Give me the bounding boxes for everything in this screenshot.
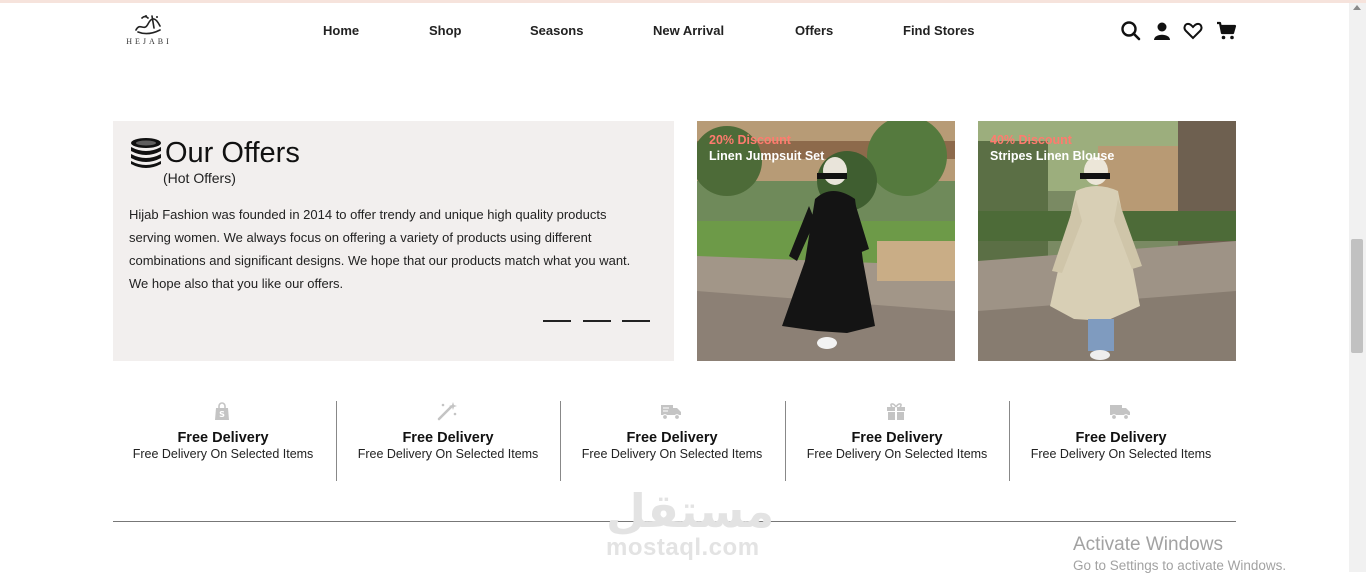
- scroll-up-arrow-icon[interactable]: [1353, 5, 1361, 10]
- activate-windows-subtitle: Go to Settings to activate Windows.: [1073, 558, 1287, 573]
- magic-wand-icon: [436, 401, 458, 421]
- feature-title: Free Delivery: [626, 430, 718, 446]
- feature-title: Free Delivery: [1075, 430, 1167, 446]
- feature-item: S Free Delivery Free Delivery On Selecte…: [111, 401, 335, 481]
- nav-shop[interactable]: Shop: [429, 23, 462, 38]
- product-name: Linen Jumpsuit Set: [709, 149, 825, 163]
- feature-title: Free Delivery: [177, 430, 269, 446]
- coins-icon: [129, 137, 163, 169]
- nav-offers[interactable]: Offers: [795, 23, 833, 38]
- product-discount: 40% Discount: [990, 133, 1072, 147]
- feature-item: Free Delivery Free Delivery On Selected …: [1009, 401, 1233, 481]
- scroll-thumb[interactable]: [1351, 239, 1363, 353]
- top-accent-line: [0, 0, 1366, 3]
- nav-new-arrival[interactable]: New Arrival: [653, 23, 724, 38]
- offers-panel: Our Offers (Hot Offers) Hijab Fashion wa…: [113, 121, 674, 361]
- slider-dot-1[interactable]: [543, 320, 571, 322]
- offers-title: Our Offers: [165, 137, 300, 169]
- feature-subtitle: Free Delivery On Selected Items: [357, 447, 539, 461]
- feature-item: Free Delivery Free Delivery On Selected …: [560, 401, 784, 481]
- activate-windows-title: Activate Windows: [1073, 534, 1223, 555]
- heart-icon[interactable]: [1182, 20, 1204, 42]
- product-name: Stripes Linen Blouse: [990, 149, 1115, 163]
- product-card[interactable]: 40% Discount Stripes Linen Blouse: [978, 121, 1236, 361]
- feature-subtitle: Free Delivery On Selected Items: [581, 447, 763, 461]
- feature-subtitle: Free Delivery On Selected Items: [1030, 447, 1212, 461]
- offers-subtitle: (Hot Offers): [163, 170, 236, 186]
- product-discount: 20% Discount: [709, 133, 791, 147]
- slider-dot-3[interactable]: [622, 320, 650, 322]
- slider-dot-2[interactable]: [583, 320, 611, 322]
- feature-title: Free Delivery: [402, 430, 494, 446]
- shopping-bag-icon: S: [211, 401, 233, 421]
- watermark-arabic: مستقل: [606, 484, 775, 538]
- feature-subtitle: Free Delivery On Selected Items: [806, 447, 988, 461]
- feature-subtitle: Free Delivery On Selected Items: [132, 447, 314, 461]
- nav-find-stores[interactable]: Find Stores: [903, 23, 975, 38]
- feature-item: Free Delivery Free Delivery On Selected …: [785, 401, 1009, 481]
- gift-icon: [885, 401, 907, 421]
- truck-icon: [1109, 401, 1131, 421]
- watermark-latin: mostaql.com: [606, 534, 760, 561]
- feature-title: Free Delivery: [851, 430, 943, 446]
- nav-home[interactable]: Home: [323, 23, 359, 38]
- user-icon[interactable]: [1151, 20, 1173, 42]
- offers-description: Hijab Fashion was founded in 2014 to off…: [129, 207, 631, 291]
- product-card[interactable]: 20% Discount Linen Jumpsuit Set: [697, 121, 955, 361]
- cart-icon[interactable]: [1216, 20, 1238, 42]
- svg-text:S: S: [219, 410, 225, 419]
- feature-item: Free Delivery Free Delivery On Selected …: [336, 401, 560, 481]
- nav-seasons[interactable]: Seasons: [530, 23, 583, 38]
- vertical-scrollbar[interactable]: [1349, 3, 1366, 572]
- search-icon[interactable]: [1120, 20, 1142, 42]
- truck-icon: [660, 401, 682, 421]
